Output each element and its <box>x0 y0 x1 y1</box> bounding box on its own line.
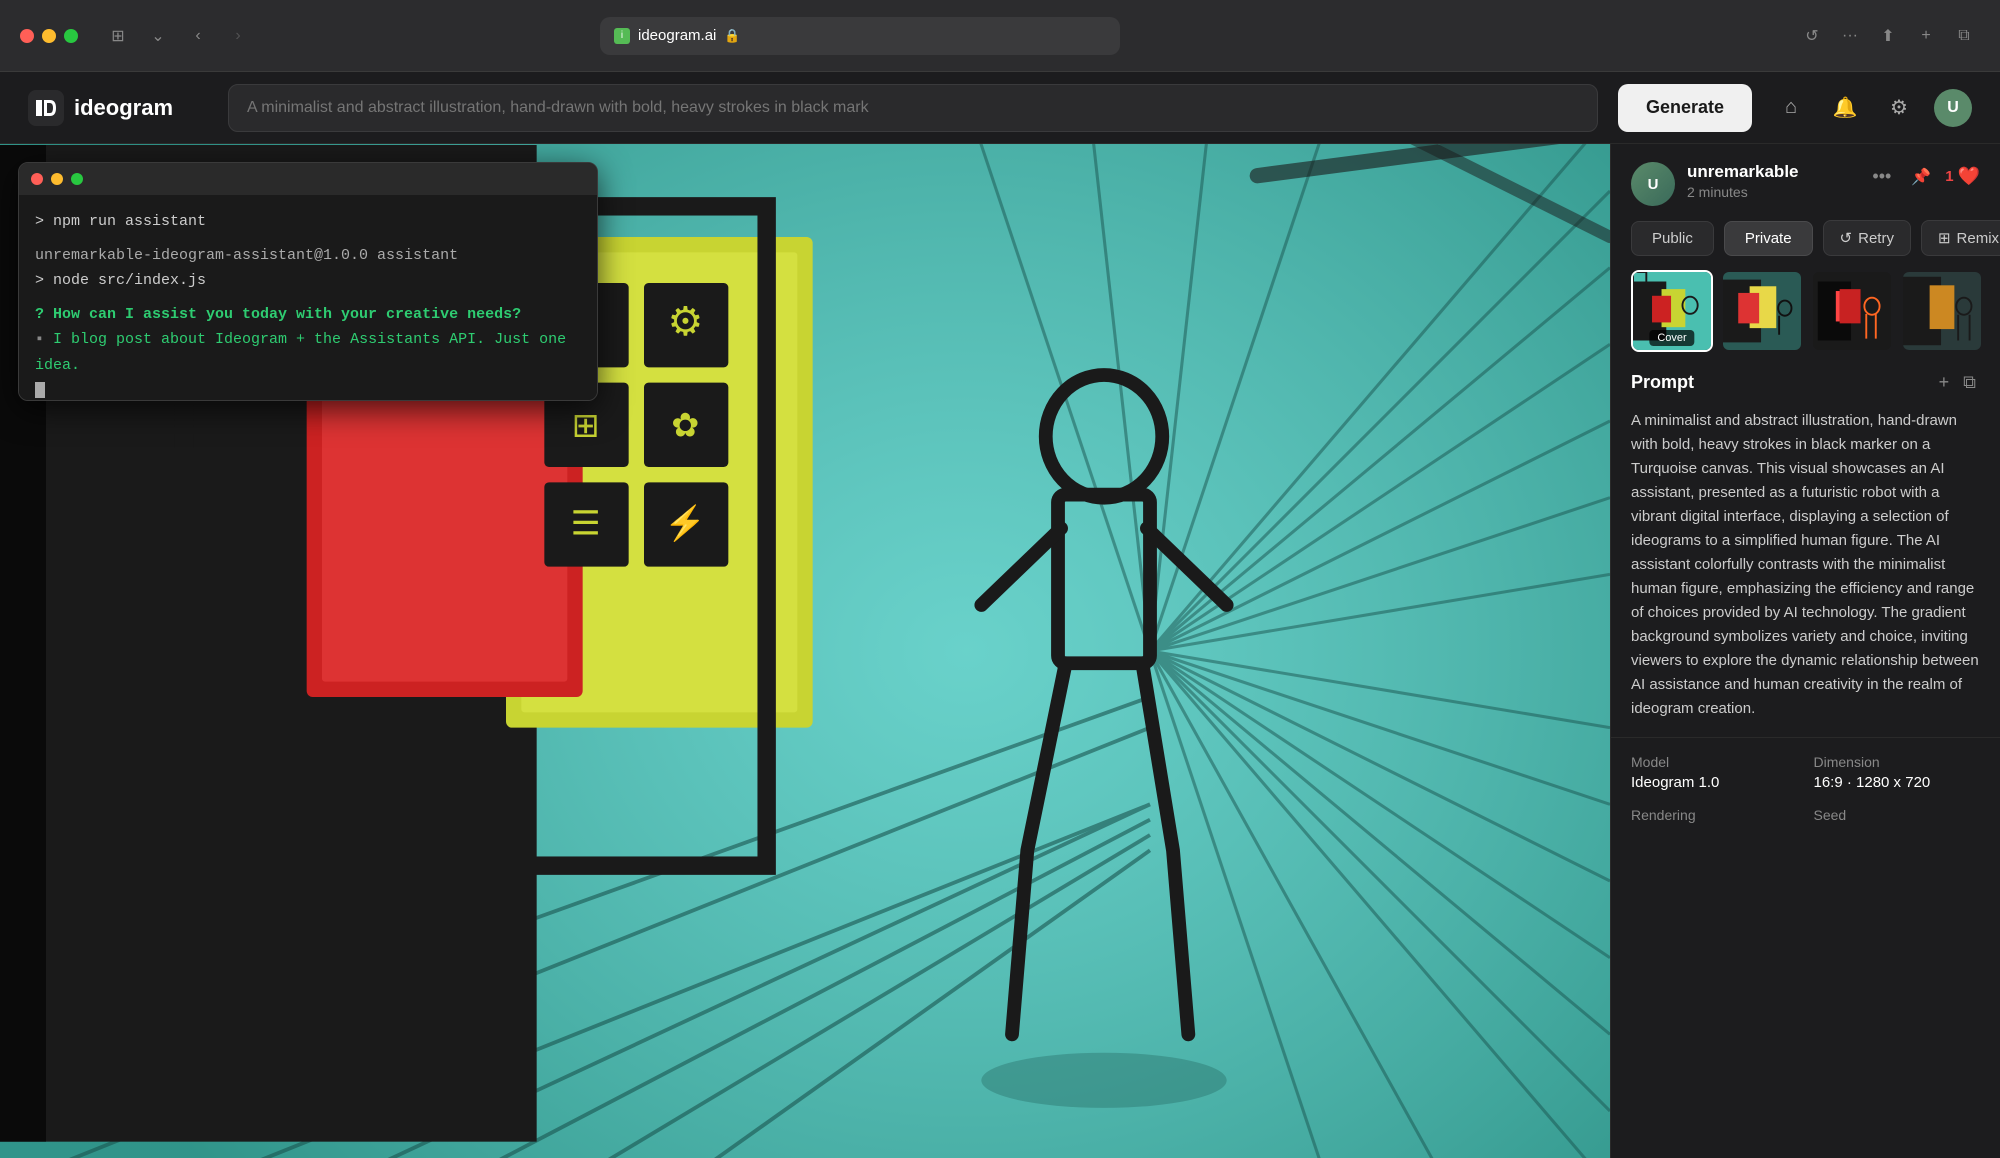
traffic-lights <box>20 29 78 43</box>
svg-text:⊞: ⊞ <box>572 406 600 444</box>
terminal-line-7: ▪ I blog post about Ideogram + the Assis… <box>35 327 581 378</box>
browser-chrome: ⊞ ⌄ ‹ › i ideogram.ai 🔒 ↺ ··· ⬆ + ⧉ <box>0 0 2000 72</box>
terminal-cursor-line <box>35 378 581 386</box>
prompt-header: Prompt + ⧉ <box>1631 368 1980 397</box>
terminal-line-5 <box>35 294 581 302</box>
home-button[interactable]: ⌂ <box>1772 89 1810 127</box>
thumbnail-2[interactable] <box>1721 270 1803 352</box>
remix-label: Remix <box>1957 230 2000 247</box>
logo-area: ideogram <box>28 90 208 126</box>
terminal-line-3: unremarkable-ideogram-assistant@1.0.0 as… <box>35 243 581 269</box>
panel-user-info: unremarkable 2 minutes <box>1687 162 1854 200</box>
svg-text:⚙: ⚙ <box>668 300 704 344</box>
new-tab-button[interactable]: + <box>1910 20 1942 52</box>
tab-overview-button[interactable]: ⧉ <box>1948 20 1980 52</box>
retry-button[interactable]: ↺ Retry <box>1823 220 1911 256</box>
heart-icon[interactable]: ❤️ <box>1958 166 1980 187</box>
metadata-grid: Model Ideogram 1.0 Dimension 16:9 · 1280… <box>1631 754 1980 827</box>
panel-header-actions: ••• 📌 1 ❤️ <box>1866 162 1980 191</box>
lock-icon: 🔒 <box>724 28 740 44</box>
sidebar-toggle-button[interactable]: ⊞ <box>102 20 134 52</box>
share-button[interactable]: ⬆ <box>1872 20 1904 52</box>
pin-button[interactable]: 📌 <box>1905 163 1937 191</box>
prompt-text: A minimalist and abstract illustration, … <box>1631 409 1980 721</box>
svg-text:⚡: ⚡ <box>664 503 706 543</box>
visibility-row: Public Private ↺ Retry ⊞ Remix <box>1611 220 2000 270</box>
like-count-area: 1 ❤️ <box>1945 166 1980 187</box>
retry-icon: ↺ <box>1840 229 1853 247</box>
panel-user-avatar: U <box>1631 162 1675 206</box>
content-area: ☺ ⚙ ⊞ ✿ ☰ ⚡ <box>0 144 2000 1158</box>
svg-text:☰: ☰ <box>571 504 601 542</box>
remix-icon: ⊞ <box>1938 229 1951 247</box>
terminal-minimize-button[interactable] <box>51 173 63 185</box>
terminal-line-2 <box>35 235 581 243</box>
close-traffic-light[interactable] <box>20 29 34 43</box>
address-bar[interactable]: i ideogram.ai 🔒 <box>600 17 1120 55</box>
panel-time: 2 minutes <box>1687 184 1854 200</box>
more-button[interactable]: ··· <box>1834 20 1866 52</box>
prompt-title: Prompt <box>1631 372 1694 393</box>
generate-button[interactable]: Generate <box>1618 84 1752 132</box>
dimension-label: Dimension <box>1814 754 1981 770</box>
main-image-area: ☺ ⚙ ⊞ ✿ ☰ ⚡ <box>0 144 1610 1158</box>
maximize-traffic-light[interactable] <box>64 29 78 43</box>
ideogram-logo-icon <box>28 90 64 126</box>
like-count-number: 1 <box>1945 168 1953 185</box>
back-button[interactable]: ‹ <box>182 20 214 52</box>
thumbnail-1[interactable]: Cover <box>1631 270 1713 352</box>
terminal-close-button[interactable] <box>31 173 43 185</box>
remix-button[interactable]: ⊞ Remix <box>1921 220 2000 256</box>
copy-prompt-button[interactable]: ⧉ <box>1959 368 1980 397</box>
prompt-actions: + ⧉ <box>1935 368 1980 397</box>
prompt-section: Prompt + ⧉ A minimalist and abstract ill… <box>1611 368 2000 737</box>
dimension-value: 16:9 · 1280 x 720 <box>1814 774 1981 791</box>
app-layout: ideogram Generate ⌂ 🔔 ⚙ U <box>0 72 2000 1158</box>
add-to-prompt-button[interactable]: + <box>1935 368 1954 397</box>
right-panel: U unremarkable 2 minutes ••• 📌 1 ❤️ Publ… <box>1610 144 2000 1158</box>
minimize-traffic-light[interactable] <box>42 29 56 43</box>
panel-header: U unremarkable 2 minutes ••• 📌 1 ❤️ <box>1611 144 2000 220</box>
cover-label: Cover <box>1649 330 1694 346</box>
terminal-line-6: ? How can I assist you today with your c… <box>35 302 581 328</box>
header-icons: ⌂ 🔔 ⚙ U <box>1772 89 1972 127</box>
reload-button[interactable]: ↺ <box>1796 20 1828 52</box>
terminal-line-4: > node src/index.js <box>35 268 581 294</box>
browser-nav-controls: ⊞ ⌄ ‹ › <box>102 20 254 52</box>
tab-group-button[interactable]: ⌄ <box>142 20 174 52</box>
browser-right-controls: ↺ ··· ⬆ + ⧉ <box>1796 20 1980 52</box>
address-text: ideogram.ai <box>638 27 716 44</box>
thumbnail-3[interactable] <box>1811 270 1893 352</box>
settings-button[interactable]: ⚙ <box>1880 89 1918 127</box>
more-options-button[interactable]: ••• <box>1866 162 1897 191</box>
user-avatar-button[interactable]: U <box>1934 89 1972 127</box>
notifications-button[interactable]: 🔔 <box>1826 89 1864 127</box>
seed-label: Seed <box>1814 807 1981 823</box>
terminal-line-1: > npm run assistant <box>35 209 581 235</box>
seed-meta-item: Seed <box>1814 807 1981 827</box>
terminal-titlebar <box>19 163 597 195</box>
svg-text:✿: ✿ <box>671 406 699 444</box>
rendering-meta-item: Rendering <box>1631 807 1798 827</box>
model-label: Model <box>1631 754 1798 770</box>
retry-label: Retry <box>1858 230 1894 247</box>
metadata-section: Model Ideogram 1.0 Dimension 16:9 · 1280… <box>1611 737 2000 843</box>
forward-button[interactable]: › <box>222 20 254 52</box>
dimension-meta-item: Dimension 16:9 · 1280 x 720 <box>1814 754 1981 791</box>
thumbnail-4[interactable] <box>1901 270 1983 352</box>
site-favicon: i <box>614 28 630 44</box>
terminal-maximize-button[interactable] <box>71 173 83 185</box>
rendering-label: Rendering <box>1631 807 1798 823</box>
logo-text: ideogram <box>74 95 173 121</box>
private-button[interactable]: Private <box>1724 221 1813 256</box>
app-header: ideogram Generate ⌂ 🔔 ⚙ U <box>0 72 2000 144</box>
thumbnails-row: Cover <box>1611 270 2000 368</box>
model-meta-item: Model Ideogram 1.0 <box>1631 754 1798 791</box>
public-button[interactable]: Public <box>1631 221 1714 256</box>
search-input[interactable] <box>228 84 1598 132</box>
model-value: Ideogram 1.0 <box>1631 774 1798 791</box>
panel-username: unremarkable <box>1687 162 1854 182</box>
terminal-window: > npm run assistant unremarkable-ideogra… <box>18 162 598 401</box>
terminal-body: > npm run assistant unremarkable-ideogra… <box>19 195 597 400</box>
